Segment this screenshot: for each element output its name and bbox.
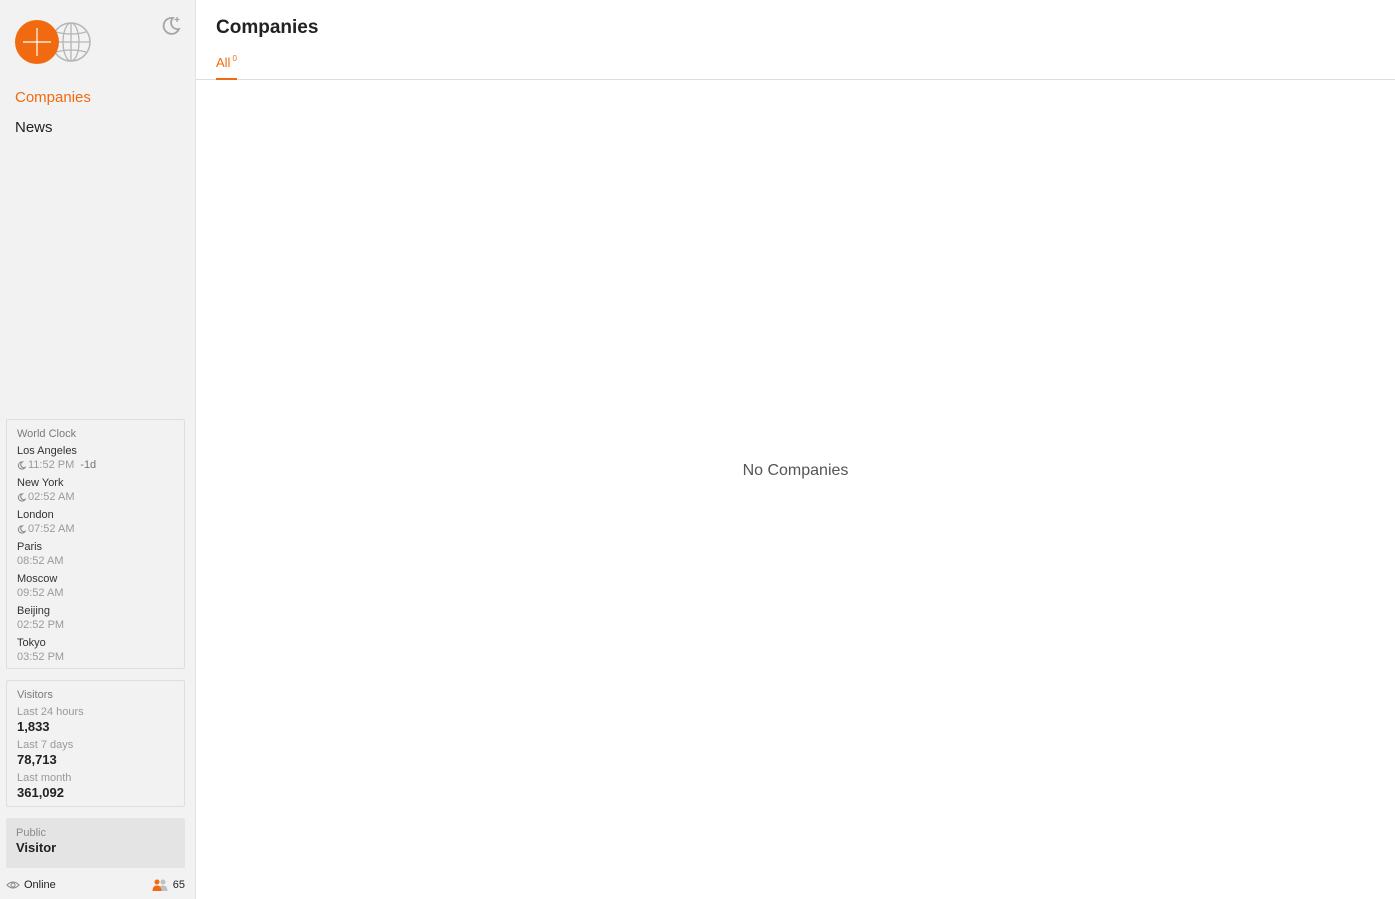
moon-icon xyxy=(17,524,26,534)
users-icon xyxy=(152,879,168,891)
stat-value-24h: 1,833 xyxy=(17,719,50,734)
city-row: London 07:52 AM xyxy=(17,508,174,536)
user-role: Public xyxy=(16,827,46,839)
moon-icon xyxy=(17,460,26,470)
city-name: London xyxy=(17,509,54,521)
city-time: 08:52 AM xyxy=(17,554,174,568)
city-time: 02:52 AM xyxy=(17,490,174,504)
tab-all[interactable]: All 0 xyxy=(216,50,237,80)
city-time: 09:52 AM xyxy=(17,586,174,600)
nav-item-companies[interactable]: Companies xyxy=(15,88,91,108)
city-time-value: 08:52 AM xyxy=(17,555,64,567)
city-time-value: 03:52 PM xyxy=(17,651,65,663)
moon-icon xyxy=(17,492,26,502)
city-time-value: 02:52 PM xyxy=(17,619,65,631)
world-clock-title: World Clock xyxy=(17,428,77,440)
city-name: New York xyxy=(17,477,64,489)
online-count: 65 xyxy=(172,879,185,891)
day-offset: -1d xyxy=(80,459,97,471)
stat-label-24h: Last 24 hours xyxy=(17,706,84,718)
city-time-value: 11:52 PM xyxy=(28,459,75,471)
eye-icon xyxy=(6,881,20,889)
city-row: Tokyo 03:52 PM xyxy=(17,636,174,664)
city-name: Beijing xyxy=(17,605,51,617)
stat-label-month: Last month xyxy=(17,772,72,784)
city-row: Moscow 09:52 AM xyxy=(17,572,174,600)
city-row: Los Angeles 11:52 PM -1d xyxy=(17,444,174,472)
stat-value-7d: 78,713 xyxy=(17,752,57,767)
main-content: Companies All 0 No Companies xyxy=(196,0,1395,899)
city-name: Los Angeles xyxy=(17,445,77,457)
logo-icon[interactable] xyxy=(14,18,94,68)
city-time-value: 07:52 AM xyxy=(28,523,75,535)
sidebar: Companies News World Clock Los Angeles 11… xyxy=(0,0,196,899)
city-row: Paris 08:52 AM xyxy=(17,540,174,568)
city-time-value: 02:52 AM xyxy=(28,491,75,503)
user-card[interactable]: Public Visitor xyxy=(6,818,185,868)
visitors-card: Visitors Last 24 hours 1,833 Last 7 days… xyxy=(6,680,185,807)
city-name: Moscow xyxy=(17,573,58,585)
world-clock-card: World Clock Los Angeles 11:52 PM -1d New Yo… xyxy=(6,419,185,669)
user-name: Visitor xyxy=(16,840,57,855)
city-list: Los Angeles 11:52 PM -1d New York 02:52 AM Lo… xyxy=(17,444,174,664)
empty-state-message: No Companies xyxy=(742,462,849,479)
page-header: Companies All 0 xyxy=(196,0,1395,80)
city-time: 07:52 AM xyxy=(17,522,174,536)
tab-bar: All 0 xyxy=(216,50,237,80)
city-time: 02:52 PM xyxy=(17,618,174,632)
city-time: 11:52 PM -1d xyxy=(17,458,174,472)
city-name: Paris xyxy=(17,541,43,553)
city-name: Tokyo xyxy=(17,637,46,649)
app-root: Companies News World Clock Los Angeles 11… xyxy=(0,0,1395,899)
city-row: New York 02:52 AM xyxy=(17,476,174,504)
page-title: Companies xyxy=(216,17,319,38)
visitors-title: Visitors xyxy=(17,689,53,701)
status-bar: Online 65 xyxy=(6,877,185,893)
city-row: Beijing 02:52 PM xyxy=(17,604,174,632)
sidebar-nav: Companies News xyxy=(15,88,91,148)
stat-value-month: 361,092 xyxy=(17,785,64,800)
city-time: 03:52 PM xyxy=(17,650,174,664)
moon-star-icon[interactable] xyxy=(160,14,182,36)
online-label: Online xyxy=(24,879,56,891)
city-time-value: 09:52 AM xyxy=(17,587,64,599)
nav-item-news[interactable]: News xyxy=(15,118,91,138)
tab-all-count: 0 xyxy=(232,54,237,63)
tab-all-label: All xyxy=(216,55,231,70)
stat-label-7d: Last 7 days xyxy=(17,739,74,751)
